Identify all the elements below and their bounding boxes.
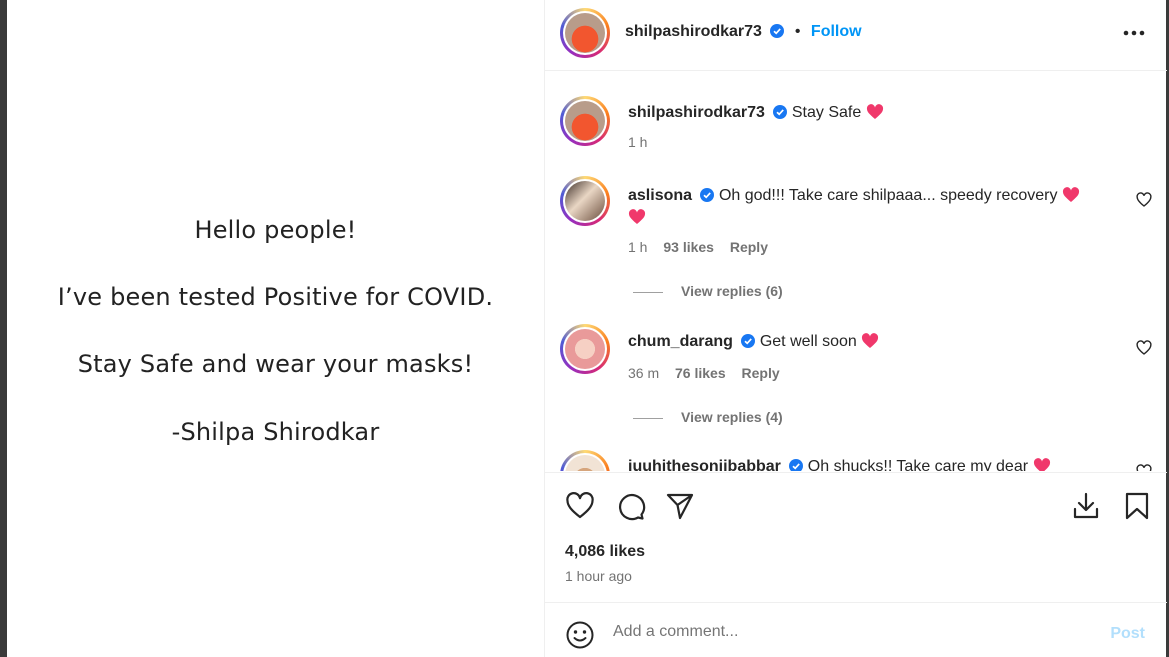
verified-badge-icon <box>770 24 785 38</box>
comment-2: chum_darang Get well soon <box>628 333 879 351</box>
add-comment-input[interactable] <box>613 623 1093 641</box>
divider <box>633 291 663 293</box>
comment-text-2: Get well soon <box>759 333 857 350</box>
verified-badge-icon <box>789 459 804 471</box>
comment-time[interactable]: 36 m <box>628 365 659 381</box>
post-image: Hello people! I’ve been tested Positive … <box>7 0 544 657</box>
separator-dot: • <box>794 23 801 40</box>
like-comment-icon[interactable] <box>1136 464 1152 471</box>
comment-time[interactable]: 1 h <box>628 239 647 255</box>
post-comment-button[interactable]: Post <box>1110 625 1145 643</box>
comment-avatar-3[interactable] <box>560 450 610 471</box>
comment-icon[interactable] <box>614 490 646 522</box>
share-icon[interactable] <box>664 490 696 522</box>
post-time[interactable]: 1 hour ago <box>565 568 632 584</box>
caption-text: Stay Safe <box>791 104 862 121</box>
like-comment-icon[interactable] <box>1136 192 1152 208</box>
post-image-line-2: I’ve been tested Positive for COVID. <box>57 283 494 311</box>
comment-username-2[interactable]: chum_darang <box>628 333 733 350</box>
caption-avatar[interactable] <box>560 96 610 146</box>
post-sidebar: shilpashirodkar73 • Follow shilpashirodk… <box>544 0 1167 657</box>
author-username[interactable]: shilpashirodkar73 <box>625 23 762 40</box>
reply-button[interactable]: Reply <box>742 365 780 381</box>
like-comment-icon[interactable] <box>1136 340 1152 356</box>
follow-button[interactable]: Follow <box>811 23 862 40</box>
divider <box>633 417 663 419</box>
post-actions: 4,086 likes 1 hour ago <box>545 472 1167 602</box>
view-replies-button[interactable]: View replies (4) <box>633 409 783 425</box>
reply-button[interactable]: Reply <box>730 239 768 255</box>
author-avatar[interactable] <box>560 8 610 58</box>
comment-avatar-1[interactable] <box>560 176 610 226</box>
emoji-icon[interactable] <box>565 620 595 650</box>
verified-badge-icon <box>773 105 788 119</box>
view-replies-button[interactable]: View replies (6) <box>633 283 783 299</box>
heart-emoji-icon <box>1033 458 1050 471</box>
post-image-line-4: -Shilpa Shirodkar <box>171 418 380 446</box>
save-bookmark-icon[interactable] <box>1121 490 1153 522</box>
verified-badge-icon <box>700 188 715 202</box>
comment-likes[interactable]: 93 likes <box>663 239 714 255</box>
comment-meta-1: 1 h 93 likes Reply <box>628 239 768 255</box>
verified-badge-icon <box>741 334 756 348</box>
comments-list[interactable]: shilpashirodkar73 Stay Safe 1 h aslisona… <box>545 72 1167 471</box>
caption-time[interactable]: 1 h <box>628 134 647 150</box>
comment-text-3: Oh shucks!! Take care my dear <box>807 458 1029 471</box>
heart-emoji-icon <box>628 209 646 224</box>
more-options-icon[interactable] <box>1123 30 1145 36</box>
like-icon[interactable] <box>564 490 596 522</box>
comment-avatar-2[interactable] <box>560 324 610 374</box>
heart-emoji-icon <box>866 104 883 119</box>
download-icon[interactable] <box>1070 490 1102 522</box>
heart-emoji-icon <box>862 333 879 348</box>
comment-username-3[interactable]: juuhithesonijbabbar <box>628 458 781 471</box>
post-image-line-1: Hello people! <box>194 216 357 244</box>
heart-emoji-icon <box>1062 187 1080 202</box>
comment-likes[interactable]: 76 likes <box>675 365 726 381</box>
comment-text-1: Oh god!!! Take care shilpaaa... speedy r… <box>718 187 1058 204</box>
window-frame-left <box>0 0 7 657</box>
comment-3: juuhithesonijbabbar Oh shucks!! Take car… <box>628 458 1051 471</box>
likes-count[interactable]: 4,086 likes <box>565 543 645 561</box>
caption: shilpashirodkar73 Stay Safe <box>628 104 884 122</box>
comment-username-1[interactable]: aslisona <box>628 187 692 204</box>
caption-username[interactable]: shilpashirodkar73 <box>628 104 765 121</box>
add-comment-bar: Post <box>545 602 1167 657</box>
post-header: shilpashirodkar73 • Follow <box>545 0 1167 71</box>
post-image-line-3: Stay Safe and wear your masks! <box>77 350 474 378</box>
comment-meta-2: 36 m 76 likes Reply <box>628 365 780 381</box>
comment-1: aslisona Oh god!!! Take care shilpaaa...… <box>628 185 1098 229</box>
